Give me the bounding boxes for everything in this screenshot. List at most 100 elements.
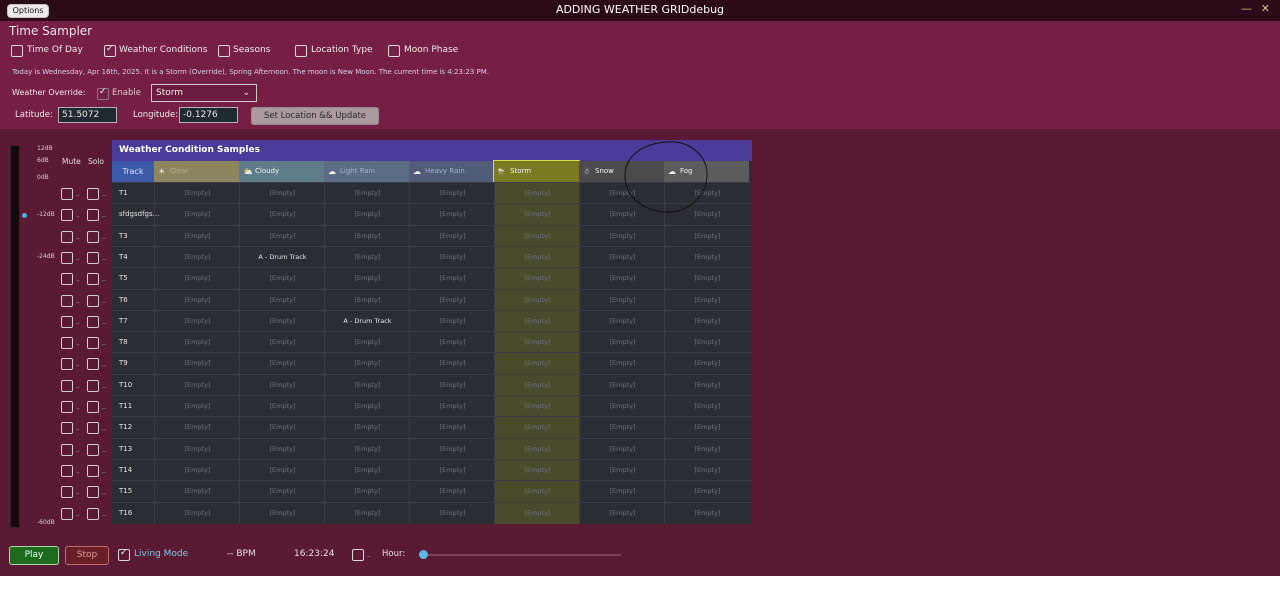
sample-cell[interactable]: [Empty]: [239, 310, 325, 332]
sample-cell[interactable]: [Empty]: [664, 481, 750, 503]
column-header-heavy-rain[interactable]: ☁ Heavy Rain: [409, 161, 494, 182]
solo-checkbox[interactable]: [87, 337, 99, 349]
sample-cell[interactable]: [Empty]: [579, 481, 665, 503]
enable-override-checkbox[interactable]: [97, 87, 109, 100]
mute-checkbox[interactable]: [61, 380, 73, 392]
column-header-light-rain[interactable]: ☁ Light Rain: [324, 161, 409, 182]
sample-cell[interactable]: [Empty]: [324, 183, 410, 204]
solo-checkbox[interactable]: [87, 273, 99, 285]
tab-location-type-checkbox[interactable]: [295, 45, 307, 57]
solo-checkbox[interactable]: [87, 422, 99, 434]
sample-cell[interactable]: [Empty]: [154, 332, 240, 354]
living-mode-checkbox[interactable]: [118, 548, 130, 561]
track-name[interactable]: T4: [119, 253, 128, 261]
track-name[interactable]: T8: [119, 338, 128, 346]
track-name[interactable]: T3: [119, 232, 128, 240]
sample-cell[interactable]: [Empty]: [409, 246, 495, 268]
sample-cell[interactable]: [Empty]: [409, 417, 495, 439]
sample-cell[interactable]: [Empty]: [579, 268, 665, 290]
sample-cell[interactable]: [Empty]: [324, 459, 410, 481]
sample-cell[interactable]: [Empty]: [239, 183, 325, 204]
sample-cell[interactable]: [Empty]: [239, 438, 325, 460]
weather-select[interactable]: Storm ⌄: [151, 84, 257, 102]
sample-cell[interactable]: [Empty]: [664, 374, 750, 396]
track-name[interactable]: T11: [119, 402, 132, 410]
track-name[interactable]: T12: [119, 423, 132, 431]
sample-cell[interactable]: [Empty]: [579, 459, 665, 481]
longitude-field[interactable]: -0.1276: [179, 107, 238, 123]
sample-cell[interactable]: [Empty]: [494, 310, 580, 332]
track-name[interactable]: T13: [119, 445, 132, 453]
solo-checkbox[interactable]: [87, 188, 99, 200]
sample-cell[interactable]: [Empty]: [154, 289, 240, 311]
sample-cell[interactable]: [Empty]: [664, 289, 750, 311]
sample-cell[interactable]: [Empty]: [239, 204, 325, 226]
volume-meter[interactable]: [10, 145, 20, 528]
track-name[interactable]: T7: [119, 317, 128, 325]
latitude-field[interactable]: 51.5072: [58, 107, 117, 123]
sample-cell[interactable]: [Empty]: [154, 268, 240, 290]
mute-checkbox[interactable]: [61, 358, 73, 370]
sample-cell[interactable]: [Empty]: [239, 417, 325, 439]
sample-cell[interactable]: [Empty]: [494, 246, 580, 268]
sample-cell[interactable]: [Empty]: [664, 246, 750, 268]
sample-cell[interactable]: [Empty]: [664, 225, 750, 247]
sample-cell[interactable]: [Empty]: [409, 204, 495, 226]
mute-checkbox[interactable]: [61, 486, 73, 498]
sample-cell[interactable]: [Empty]: [494, 374, 580, 396]
sample-cell[interactable]: [Empty]: [239, 396, 325, 417]
sample-cell[interactable]: [Empty]: [664, 268, 750, 290]
sample-cell[interactable]: [Empty]: [154, 183, 240, 204]
sample-cell[interactable]: [Empty]: [579, 396, 665, 417]
track-name[interactable]: T1: [119, 189, 128, 197]
sample-cell[interactable]: [Empty]: [239, 289, 325, 311]
minimize-icon[interactable]: —: [1241, 2, 1252, 15]
mute-checkbox[interactable]: [61, 231, 73, 243]
sample-cell[interactable]: [Empty]: [494, 332, 580, 354]
sample-cell[interactable]: [Empty]: [154, 502, 240, 524]
sample-cell[interactable]: [Empty]: [664, 332, 750, 354]
sample-cell[interactable]: [Empty]: [664, 310, 750, 332]
mute-checkbox[interactable]: [61, 273, 73, 285]
sample-cell[interactable]: [Empty]: [409, 289, 495, 311]
sample-cell[interactable]: [Empty]: [154, 353, 240, 375]
sample-cell[interactable]: [Empty]: [154, 459, 240, 481]
mute-checkbox[interactable]: [61, 401, 73, 413]
sample-cell[interactable]: [Empty]: [579, 246, 665, 268]
mute-checkbox[interactable]: [61, 316, 73, 328]
solo-checkbox[interactable]: [87, 486, 99, 498]
sample-cell[interactable]: [Empty]: [409, 183, 495, 204]
sample-cell[interactable]: [Empty]: [579, 225, 665, 247]
sample-cell[interactable]: [Empty]: [154, 396, 240, 417]
stop-button[interactable]: Stop: [65, 546, 109, 565]
track-name[interactable]: T6: [119, 296, 128, 304]
mute-checkbox[interactable]: [61, 252, 73, 264]
sample-cell[interactable]: [Empty]: [239, 353, 325, 375]
sample-cell[interactable]: [Empty]: [664, 438, 750, 460]
sample-cell[interactable]: [Empty]: [494, 268, 580, 290]
mute-checkbox[interactable]: [61, 209, 73, 221]
sample-cell[interactable]: [Empty]: [409, 481, 495, 503]
close-icon[interactable]: ✕: [1261, 2, 1270, 15]
sample-cell[interactable]: [Empty]: [154, 310, 240, 332]
sample-cell[interactable]: [Empty]: [239, 481, 325, 503]
sample-cell[interactable]: [Empty]: [579, 289, 665, 311]
solo-checkbox[interactable]: [87, 231, 99, 243]
sample-cell[interactable]: [Empty]: [239, 332, 325, 354]
sample-cell[interactable]: [Empty]: [579, 310, 665, 332]
track-name[interactable]: T10: [119, 381, 132, 389]
hour-slider-handle[interactable]: [419, 550, 428, 559]
sample-cell[interactable]: [Empty]: [409, 353, 495, 375]
sample-cell[interactable]: [Empty]: [579, 438, 665, 460]
sample-cell[interactable]: [Empty]: [409, 438, 495, 460]
mute-checkbox[interactable]: [61, 444, 73, 456]
sample-cell[interactable]: [Empty]: [664, 502, 750, 524]
track-name[interactable]: T16: [119, 509, 132, 517]
sample-cell[interactable]: [Empty]: [579, 502, 665, 524]
hour-slider-track[interactable]: [423, 554, 621, 556]
set-location-button[interactable]: Set Location && Update: [251, 107, 379, 125]
sample-cell[interactable]: [Empty]: [664, 417, 750, 439]
solo-checkbox[interactable]: [87, 444, 99, 456]
sample-cell[interactable]: [Empty]: [154, 481, 240, 503]
sample-cell[interactable]: [Empty]: [494, 502, 580, 524]
